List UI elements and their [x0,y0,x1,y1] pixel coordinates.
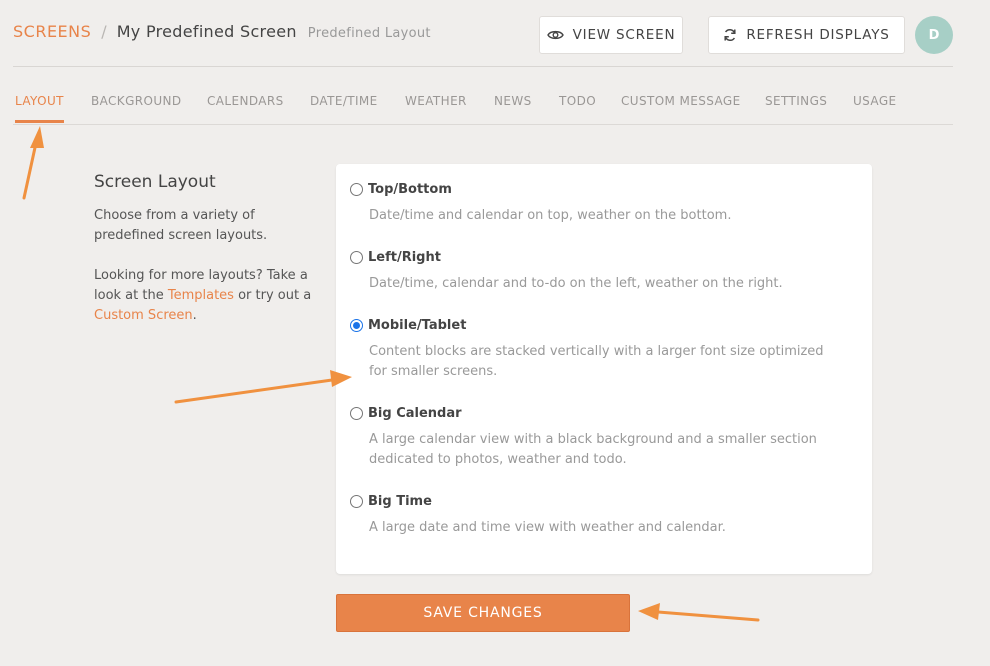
arrow-to-save-button [638,603,760,622]
layout-option-top-bottom: Top/Bottom Date/time and calendar on top… [350,182,839,226]
option-description: Date/time, calendar and to-do on the lef… [369,276,783,291]
save-changes-button[interactable]: SAVE CHANGES [336,594,630,632]
tab-calendars[interactable]: CALENDARS [207,94,284,123]
arrow-to-mobile-tablet [174,370,352,404]
page-subtitle: Predefined Layout [307,26,431,41]
layout-option-left-right: Left/Right Date/time, calendar and to-do… [350,250,839,294]
more-layouts-text: Looking for more layouts? Take a look at… [94,266,324,326]
option-description: Date/time and calendar on top, weather o… [369,208,732,223]
layout-options-card: Top/Bottom Date/time and calendar on top… [336,164,872,574]
layout-option-big-time: Big Time A large date and time view with… [350,494,839,538]
tab-date-time[interactable]: DATE/TIME [310,94,378,123]
eye-icon [546,29,564,41]
radio-top-bottom[interactable] [350,183,363,196]
tab-background[interactable]: BACKGROUND [91,94,182,123]
arrow-to-layout-tab [22,126,44,200]
option-label[interactable]: Mobile/Tablet [368,318,466,333]
view-screen-button[interactable]: VIEW SCREEN [539,16,683,54]
settings-tabs: LAYOUT BACKGROUND CALENDARS DATE/TIME WE… [13,94,953,125]
tab-todo[interactable]: TODO [559,94,596,123]
option-label[interactable]: Top/Bottom [368,182,452,197]
more-layouts-suffix: . [192,308,197,323]
option-label[interactable]: Big Time [368,494,432,509]
tab-custom-message[interactable]: CUSTOM MESSAGE [621,94,741,123]
templates-link[interactable]: Templates [168,288,234,303]
section-description: Choose from a variety of predefined scre… [94,208,268,243]
tab-news[interactable]: NEWS [494,94,532,123]
breadcrumb-screens-link[interactable]: SCREENS [13,22,91,41]
option-description: A large date and time view with weather … [369,520,726,535]
breadcrumb: SCREENS / My Predefined Screen Predefine… [13,22,431,41]
refresh-displays-label: REFRESH DISPLAYS [746,27,890,43]
tab-weather[interactable]: WEATHER [405,94,467,123]
radio-left-right[interactable] [350,251,363,264]
option-description: Content blocks are stacked vertically wi… [369,344,824,379]
tab-usage[interactable]: USAGE [853,94,897,123]
avatar[interactable]: D [915,16,953,54]
breadcrumb-separator: / [101,22,107,41]
refresh-icon [723,28,737,42]
layout-option-mobile-tablet: Mobile/Tablet Content blocks are stacked… [350,318,839,382]
refresh-displays-button[interactable]: REFRESH DISPLAYS [708,16,905,54]
radio-big-calendar[interactable] [350,407,363,420]
option-label[interactable]: Big Calendar [368,406,462,421]
option-description: A large calendar view with a black backg… [369,432,817,467]
radio-mobile-tablet[interactable] [350,319,363,332]
more-layouts-middle: or try out a [238,288,312,303]
custom-screen-link[interactable]: Custom Screen [94,308,193,323]
section-title: Screen Layout [94,172,216,192]
page-title: My Predefined Screen [116,22,297,41]
tab-settings[interactable]: SETTINGS [765,94,827,123]
option-label[interactable]: Left/Right [368,250,441,265]
view-screen-label: VIEW SCREEN [572,27,676,43]
layout-option-big-calendar: Big Calendar A large calendar view with … [350,406,839,470]
page-header: SCREENS / My Predefined Screen Predefine… [13,0,953,67]
radio-big-time[interactable] [350,495,363,508]
tab-layout[interactable]: LAYOUT [15,94,64,123]
